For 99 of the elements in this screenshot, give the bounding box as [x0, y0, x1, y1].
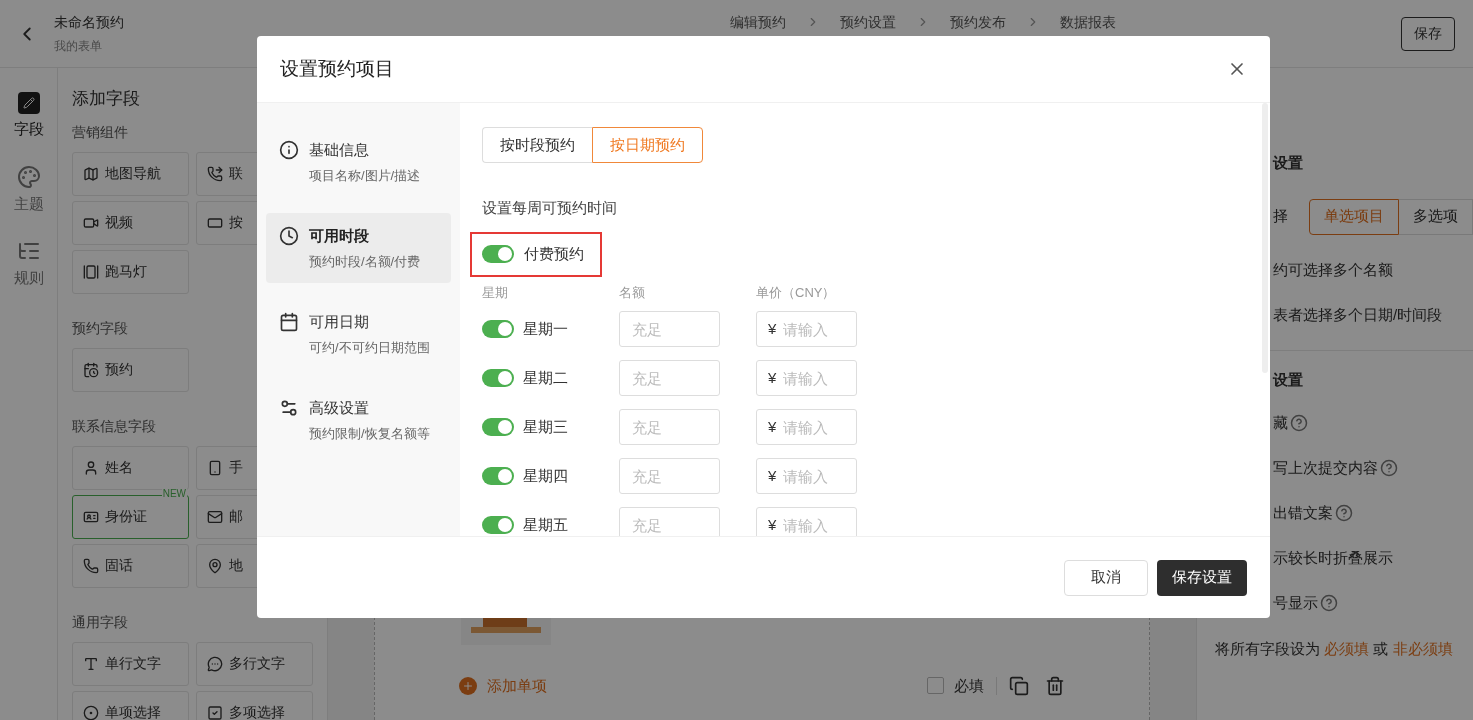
group-title: 通用字段 [72, 612, 128, 632]
help-icon[interactable] [1380, 459, 1398, 477]
sliders-icon [279, 398, 299, 418]
section-heading: 设置 [1273, 153, 1304, 173]
field-item[interactable]: 多行文字 [196, 641, 313, 686]
field-item[interactable]: 多项选择 [196, 690, 313, 720]
phone-icon [83, 557, 99, 574]
save-settings-button[interactable]: 保存设置 [1157, 559, 1247, 596]
column-header: 星期 [482, 283, 509, 302]
step-link[interactable]: 编辑预约 [729, 12, 786, 33]
calendar-icon [279, 312, 299, 332]
field-item[interactable]: 单项选择 [72, 690, 189, 720]
step-link[interactable]: 预约设置 [839, 12, 896, 33]
mobile-icon [207, 459, 223, 476]
form-subtitle: 我的表单 [54, 38, 103, 55]
field-item[interactable]: 姓名 [72, 445, 189, 490]
new-badge: NEW [161, 487, 187, 500]
step-link[interactable]: 预约发布 [949, 12, 1006, 33]
mode-tab[interactable]: 按日期预约 [592, 127, 703, 163]
toggle-switch[interactable] [482, 245, 514, 263]
setting-text: 表者选择多个日期/时间段 [1273, 305, 1443, 325]
group-title: 联系信息字段 [72, 416, 156, 436]
info-icon [279, 140, 299, 160]
currency-symbol: ¥ [768, 466, 777, 486]
checkbox-icon [207, 704, 223, 720]
group-title: 预约字段 [72, 318, 128, 338]
day-label: 星期二 [523, 367, 568, 388]
radio-icon [83, 704, 99, 720]
clock-icon [279, 226, 299, 246]
toggle-switch[interactable] [482, 369, 514, 387]
quota-field[interactable]: 充足 [619, 360, 720, 396]
mail-icon [207, 508, 223, 525]
carousel-icon [83, 263, 99, 280]
calendar-icon [83, 361, 99, 378]
mode-tab[interactable]: 按时段预约 [482, 127, 592, 163]
add-icon[interactable] [459, 676, 477, 695]
panel-title: 添加字段 [72, 88, 141, 110]
save-button[interactable]: 保存 [1401, 16, 1455, 51]
quota-field[interactable]: 充足 [619, 507, 720, 536]
palette-icon [16, 164, 41, 189]
setting-text: 示较长时折叠展示 [1273, 547, 1393, 568]
help-icon[interactable] [1320, 594, 1338, 612]
dialog-menu-item[interactable]: 可用日期 可约/不可约日期范围 [266, 299, 451, 369]
field-item[interactable]: 单行文字 [72, 641, 189, 686]
setting-label: 择 [1273, 206, 1289, 227]
location-icon [207, 557, 223, 574]
section-heading: 设置 [1273, 369, 1304, 390]
edit-icon [17, 92, 40, 114]
day-label: 星期五 [523, 514, 568, 535]
currency-symbol: ¥ [768, 417, 777, 437]
currency-symbol: ¥ [768, 515, 777, 535]
nav-tab[interactable]: 规则 [13, 239, 44, 290]
quota-field[interactable]: 充足 [619, 409, 720, 445]
step-link[interactable]: 数据报表 [1059, 12, 1116, 33]
field-item[interactable]: 固话 [72, 543, 189, 588]
setting-text: 约可选择多个名额 [1273, 259, 1393, 280]
required-all-text: 将所有字段设为 必须填 或 非必须填 [1214, 639, 1454, 659]
column-header: 名额 [619, 283, 646, 302]
dialog-title: 设置预约项目 [280, 56, 394, 81]
setting-text: 写上次提交内容 [1273, 457, 1378, 478]
toggle-switch[interactable] [482, 467, 514, 485]
field-item[interactable]: 预约 [72, 347, 189, 392]
toggle-switch[interactable] [482, 418, 514, 436]
setting-text: 号显示 [1273, 592, 1318, 613]
required-label: 必填 [954, 675, 984, 696]
column-header: 单价（CNY） [756, 283, 837, 302]
form-title: 未命名预约 [54, 13, 125, 32]
day-label: 星期四 [523, 465, 568, 486]
user-icon [83, 459, 99, 476]
trash-icon[interactable] [1045, 675, 1065, 696]
cancel-button[interactable]: 取消 [1064, 559, 1148, 596]
day-label: 星期一 [523, 318, 568, 339]
currency-symbol: ¥ [768, 319, 777, 339]
chat-icon [207, 655, 223, 672]
setting-text: 藏 [1273, 412, 1288, 433]
toggle-label: 付费预约 [524, 243, 584, 264]
help-icon[interactable] [1335, 504, 1353, 522]
field-item[interactable]: 地图导航 [72, 151, 189, 196]
dialog-menu-item[interactable]: 可用时段 预约时段/名额/付费 [266, 213, 451, 283]
help-icon[interactable] [1290, 414, 1308, 432]
field-item[interactable]: 跑马灯 [72, 249, 189, 294]
toggle-switch[interactable] [482, 516, 514, 534]
group-title: 营销组件 [72, 122, 128, 142]
nav-tab[interactable]: 主题 [13, 164, 44, 215]
setting-text: 出错文案 [1273, 502, 1333, 523]
field-item[interactable]: 视频 [72, 200, 189, 245]
quota-field[interactable]: 充足 [619, 458, 720, 494]
quota-field[interactable]: 充足 [619, 311, 720, 347]
copy-icon[interactable] [1009, 675, 1029, 696]
phone-icon [207, 165, 223, 182]
currency-symbol: ¥ [768, 368, 777, 388]
checkbox[interactable] [927, 677, 944, 695]
day-label: 星期三 [523, 416, 568, 437]
map-icon [83, 165, 99, 182]
mode-tab[interactable]: 多选项 [1399, 198, 1473, 235]
section-title: 设置每周可预约时间 [482, 198, 618, 218]
toggle-switch[interactable] [482, 320, 514, 338]
nav-tab[interactable]: 字段 [13, 92, 44, 141]
text-icon [83, 655, 99, 672]
